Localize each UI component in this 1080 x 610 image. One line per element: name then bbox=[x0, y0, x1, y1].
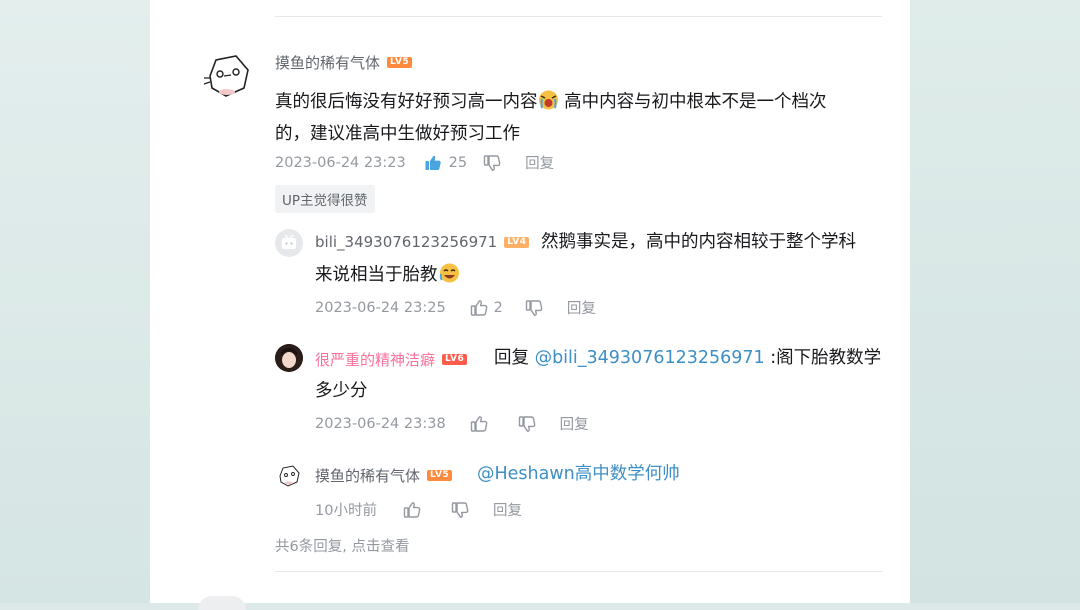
dislike-button[interactable] bbox=[451, 501, 469, 519]
comment-text-line1: 真的很后悔没有好好预习高一内容 bbox=[275, 92, 538, 112]
top-divider bbox=[275, 16, 882, 17]
thumbs-up-icon bbox=[470, 415, 488, 432]
view-more-replies-link[interactable]: 共6条回复, 点击查看 bbox=[275, 535, 409, 556]
dislike-button[interactable] bbox=[518, 415, 536, 433]
laughing-emoji-icon bbox=[439, 263, 460, 283]
reply-text-line1: 然鹅事实是，高中的内容相较于整个学科 bbox=[541, 232, 856, 252]
thumbs-up-filled-icon bbox=[425, 155, 441, 170]
girl-avatar-icon bbox=[275, 344, 303, 372]
reply-meta: 10小时前 回复 bbox=[315, 499, 522, 520]
reply-content: 回复 @bili_3493076123256971 :阁下胎教数学 bbox=[494, 342, 881, 374]
reply-meta: 2023-06-24 23:38 回复 bbox=[315, 413, 589, 434]
avatar[interactable] bbox=[198, 48, 256, 106]
thumbs-down-icon bbox=[483, 154, 501, 171]
reply-time: 2023-06-24 23:25 bbox=[315, 299, 446, 316]
thumbs-down-icon bbox=[518, 415, 536, 432]
like-button[interactable]: 2 bbox=[470, 299, 503, 317]
comment-text-line2: 的，建议准高中生做好预习工作 bbox=[275, 124, 520, 144]
username[interactable]: 很严重的精神洁癖 bbox=[315, 349, 435, 370]
comment-meta: 2023-06-24 23:23 25 回复 bbox=[275, 152, 554, 173]
reply-header: 摸鱼的稀有气体 LV5 bbox=[315, 465, 453, 486]
thumbs-down-icon bbox=[451, 501, 469, 518]
reply-content-line2: 来说相当于胎教 bbox=[315, 259, 460, 291]
comment-header: 摸鱼的稀有气体 LV5 bbox=[275, 52, 413, 73]
up-liked-tag: UP主觉得很赞 bbox=[275, 185, 375, 213]
reply-button[interactable]: 回复 bbox=[560, 413, 589, 434]
comment-time: 2023-06-24 23:23 bbox=[275, 154, 406, 171]
reply-time: 10小时前 bbox=[315, 503, 377, 519]
avatar[interactable] bbox=[275, 229, 303, 257]
background-right bbox=[910, 0, 1080, 603]
thumbs-down-icon bbox=[525, 299, 543, 316]
reply-time: 2023-06-24 23:38 bbox=[315, 415, 446, 432]
like-button[interactable]: 25 bbox=[424, 154, 467, 172]
reply-text-line2: 来说相当于胎教 bbox=[315, 265, 438, 285]
dislike-button[interactable] bbox=[483, 154, 501, 172]
sketch-avatar-icon bbox=[275, 462, 303, 490]
crying-emoji-icon bbox=[538, 90, 559, 110]
avatar[interactable] bbox=[275, 462, 303, 490]
like-button[interactable] bbox=[403, 501, 421, 519]
mention-link[interactable]: @Heshawn高中数学何帅 bbox=[477, 464, 680, 484]
level-badge: LV5 bbox=[427, 470, 453, 481]
reply-button[interactable]: 回复 bbox=[567, 297, 596, 318]
level-badge: LV5 bbox=[387, 57, 413, 68]
next-avatar-partial bbox=[198, 596, 246, 610]
reply-header: 很严重的精神洁癖 LV6 bbox=[315, 349, 468, 370]
dislike-button[interactable] bbox=[525, 299, 543, 317]
username[interactable]: 摸鱼的稀有气体 bbox=[275, 52, 380, 73]
background-left bbox=[0, 0, 150, 603]
reply-button[interactable]: 回复 bbox=[493, 499, 522, 520]
reply-button[interactable]: 回复 bbox=[525, 152, 554, 173]
username[interactable]: 摸鱼的稀有气体 bbox=[315, 465, 420, 486]
mention-link[interactable]: @bili_3493076123256971 bbox=[535, 348, 765, 368]
level-badge: LV6 bbox=[442, 354, 468, 365]
reply-text-line1: :阁下胎教数学 bbox=[764, 348, 882, 368]
like-button[interactable] bbox=[470, 415, 488, 433]
avatar[interactable] bbox=[275, 344, 303, 372]
sketch-avatar-icon bbox=[199, 49, 255, 105]
bottom-divider bbox=[275, 571, 882, 572]
reply-content: 然鹅事实是，高中的内容相较于整个学科 bbox=[315, 226, 875, 258]
reply-prefix: 回复 bbox=[494, 348, 535, 368]
default-tv-avatar-icon bbox=[282, 234, 296, 249]
thumbs-up-icon bbox=[403, 501, 421, 518]
thumbs-up-icon bbox=[470, 299, 488, 316]
reply-text-line2: 多少分 bbox=[315, 381, 368, 401]
reply-meta: 2023-06-24 23:25 2 回复 bbox=[315, 297, 596, 318]
comment-content: 真的很后悔没有好好预习高一内容 高中内容与初中根本不是一个档次 的，建议准高中生… bbox=[275, 86, 875, 150]
reply-content: @Heshawn高中数学何帅 bbox=[477, 458, 680, 490]
like-count: 2 bbox=[493, 299, 503, 316]
like-count: 25 bbox=[448, 154, 468, 171]
comment-text-line1b: 高中内容与初中根本不是一个档次 bbox=[558, 92, 827, 112]
